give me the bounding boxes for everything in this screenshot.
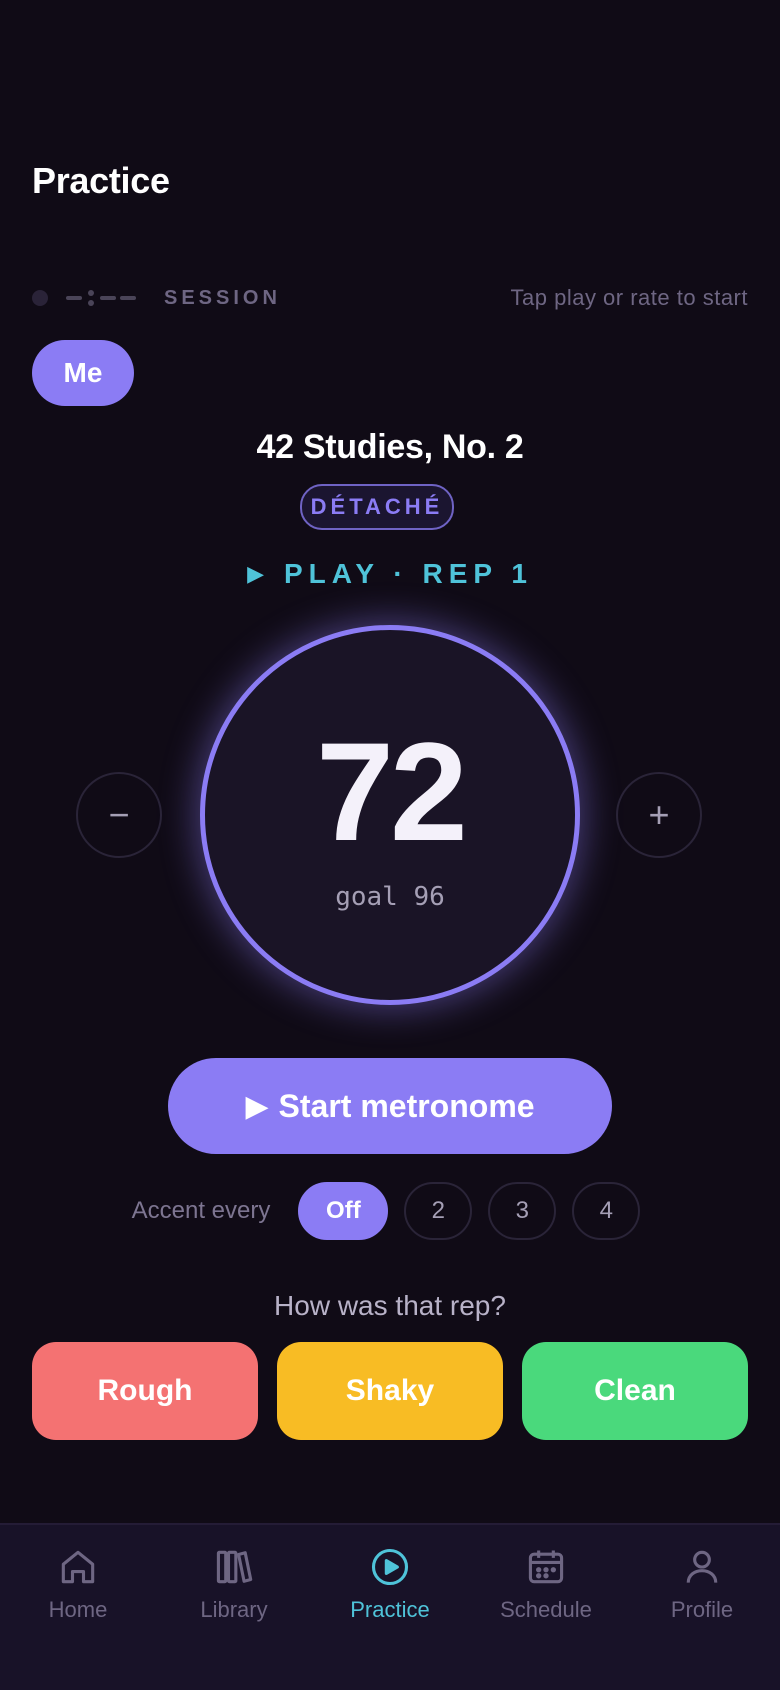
- play-icon: ▶: [247, 561, 270, 586]
- tab-label: Profile: [670, 1597, 734, 1622]
- tab-library[interactable]: Library: [156, 1525, 312, 1690]
- play-circle-icon: [371, 1548, 409, 1586]
- tab-schedule[interactable]: Schedule: [468, 1525, 624, 1690]
- tempo-decrease-button[interactable]: −: [76, 772, 162, 858]
- start-metronome-label: Start metronome: [278, 1087, 535, 1124]
- library-icon: [216, 1550, 253, 1584]
- tab-home[interactable]: Home: [0, 1525, 156, 1690]
- start-metronome-button[interactable]: ▶ Start metronome: [168, 1058, 612, 1154]
- rhythm-pattern-icon: [66, 288, 140, 308]
- accent-option-off[interactable]: Off: [298, 1182, 389, 1240]
- tab-label: Library: [200, 1597, 268, 1622]
- play-icon: ▶: [245, 1089, 269, 1123]
- tab-profile[interactable]: Profile: [624, 1525, 780, 1690]
- technique-badge: DÉTACHÉ: [300, 484, 454, 530]
- piece-title: 42 Studies, No. 2: [256, 428, 524, 466]
- tab-practice[interactable]: Practice: [312, 1525, 468, 1690]
- tempo-value: 72: [316, 713, 468, 870]
- tab-label: Schedule: [500, 1597, 592, 1622]
- rate-shaky-button[interactable]: Shaky: [277, 1342, 503, 1440]
- bottom-tab-bar: Home Library Practice Schedule Profile: [0, 1523, 780, 1690]
- rep-status-text: PLAY · REP 1: [284, 558, 533, 589]
- accent-label: Accent every: [131, 1197, 271, 1224]
- tab-label: Home: [48, 1597, 108, 1622]
- rating-buttons: Rough Shaky Clean: [32, 1342, 748, 1440]
- rate-clean-button[interactable]: Clean: [522, 1342, 748, 1440]
- profile-chip[interactable]: Me: [32, 340, 134, 406]
- tempo-increase-button[interactable]: +: [616, 772, 702, 858]
- session-indicator-dot: [32, 290, 48, 306]
- session-hint: Tap play or rate to start: [510, 285, 748, 310]
- tab-label: Practice: [350, 1597, 430, 1622]
- person-icon: [686, 1550, 718, 1583]
- session-bar: SESSION Tap play or rate to start: [32, 282, 748, 314]
- page-title: Practice: [32, 160, 170, 201]
- session-label: SESSION: [164, 286, 281, 309]
- calendar-icon: [528, 1550, 564, 1584]
- rep-status: ▶ PLAY · REP 1: [0, 558, 780, 590]
- accent-selector: Accent every Off 2 3 4: [0, 1181, 780, 1241]
- accent-option-3[interactable]: 3: [488, 1182, 557, 1240]
- accent-option-2[interactable]: 2: [404, 1182, 473, 1240]
- rating-prompt: How was that rep?: [274, 1290, 506, 1321]
- rate-rough-button[interactable]: Rough: [32, 1342, 258, 1440]
- home-icon: [61, 1550, 95, 1584]
- accent-option-4[interactable]: 4: [572, 1182, 641, 1240]
- tempo-goal: goal 96: [335, 882, 445, 912]
- tempo-dial[interactable]: 72 goal 96: [200, 625, 580, 1005]
